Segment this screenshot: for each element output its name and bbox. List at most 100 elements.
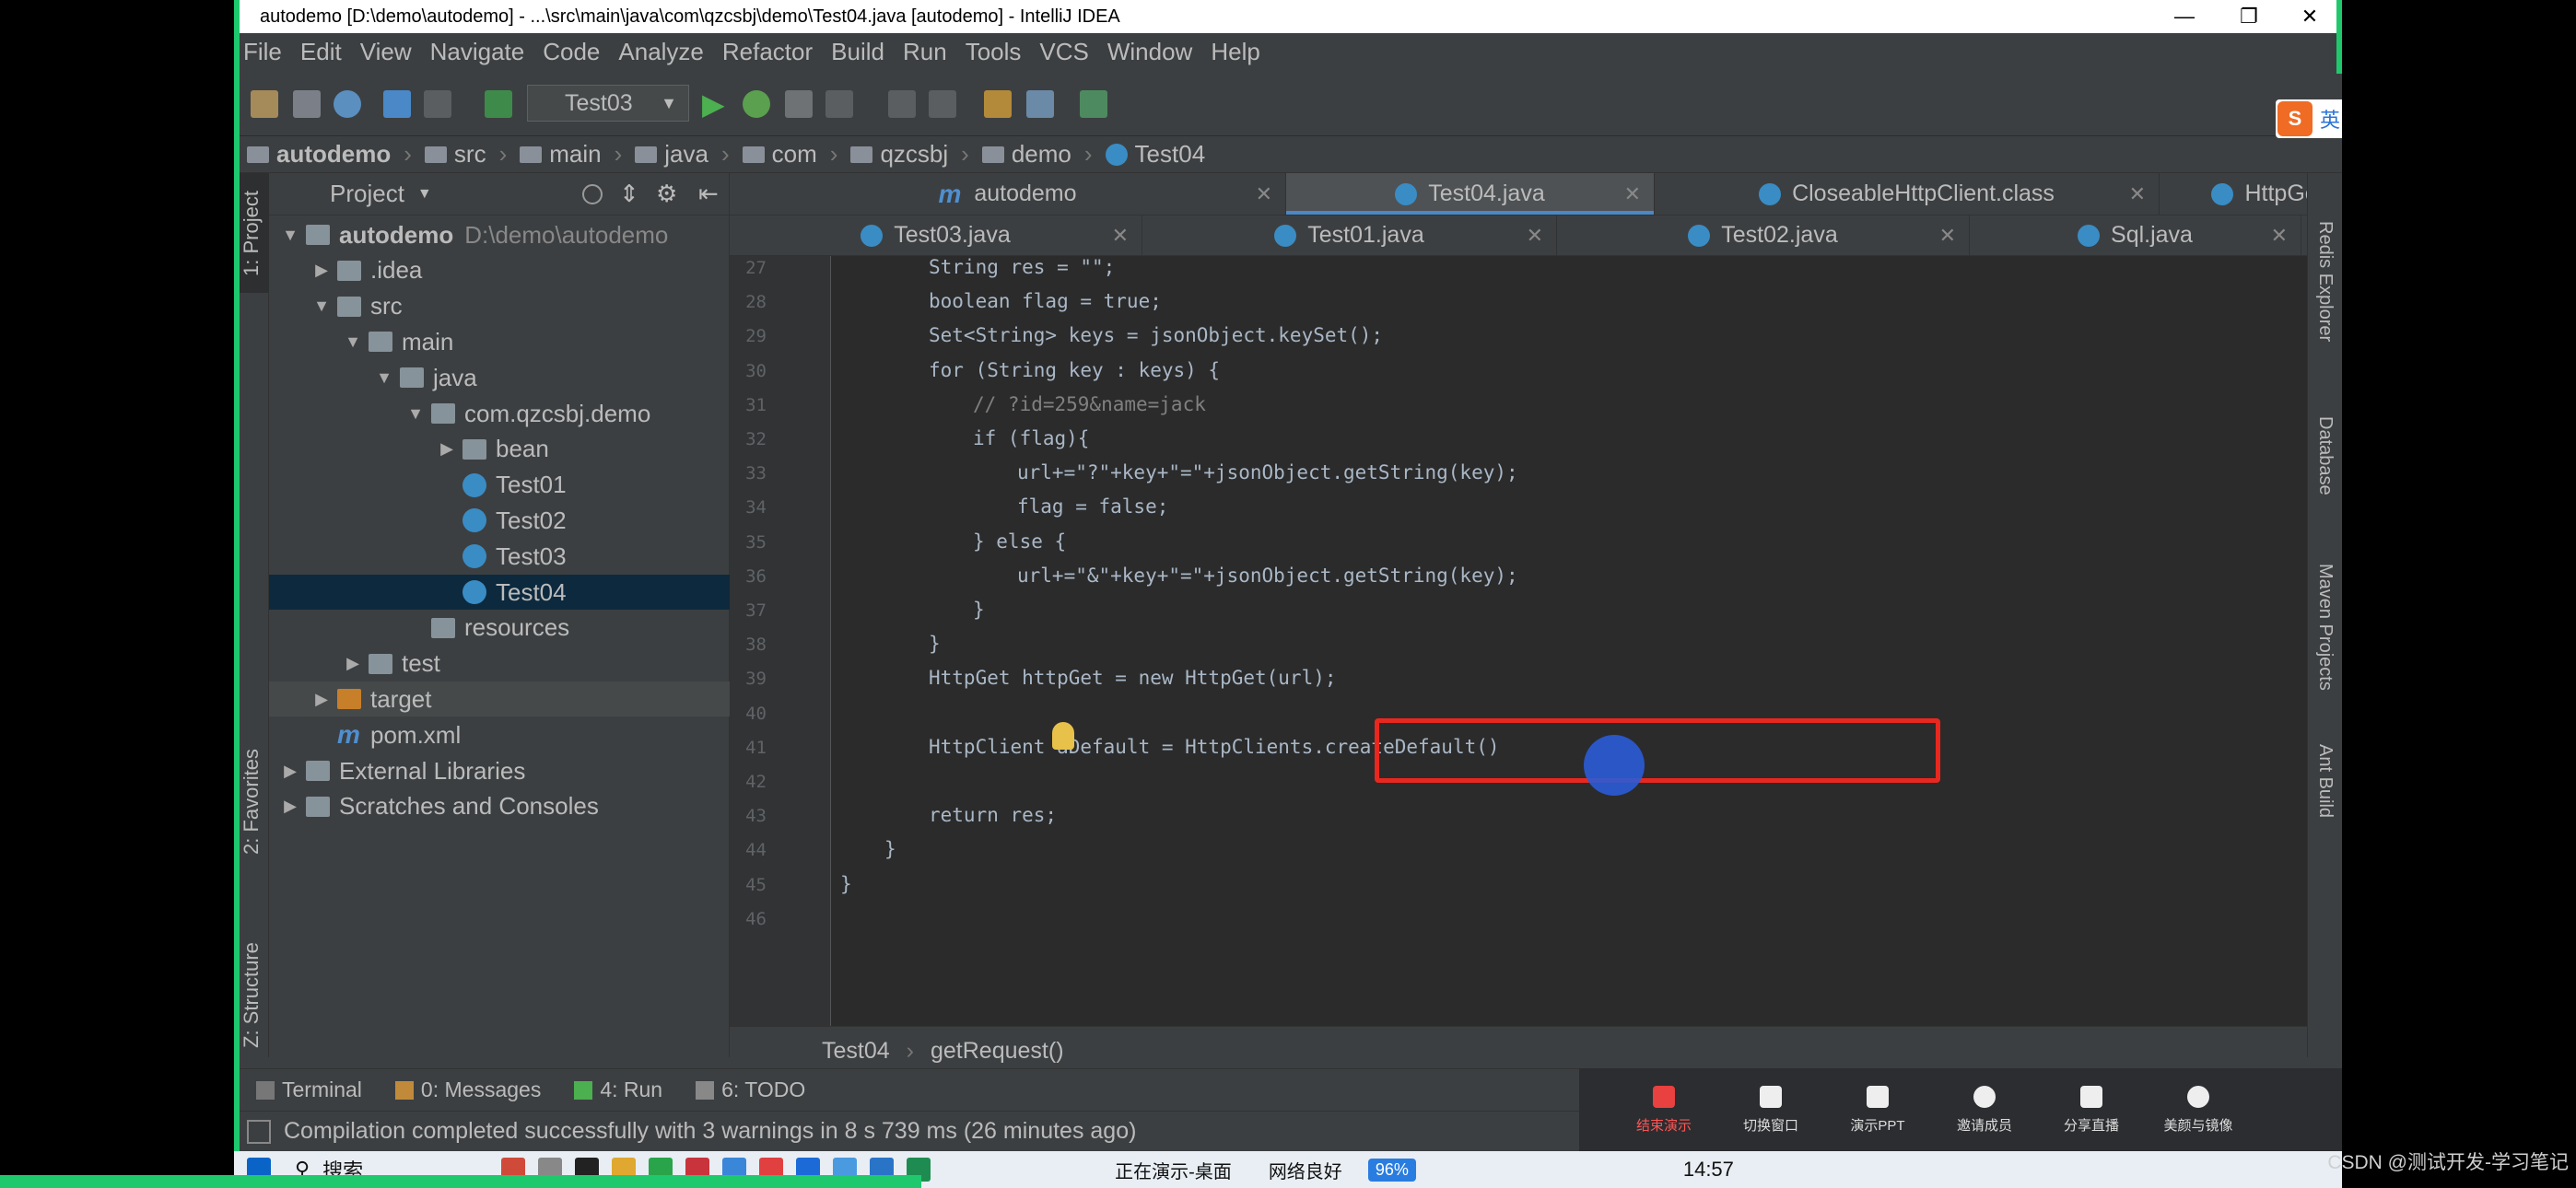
crumb-method[interactable]: getRequest() bbox=[931, 1038, 1064, 1065]
editor-tab[interactable]: Test04.java ✕ bbox=[1286, 173, 1655, 215]
clock[interactable]: 14:57 bbox=[1683, 1158, 1734, 1182]
code-line[interactable]: } bbox=[884, 838, 896, 860]
switch-window-button[interactable]: 切换窗口 bbox=[1719, 1085, 1822, 1135]
step-icon[interactable] bbox=[888, 90, 916, 118]
breadcrumb-item[interactable]: Test04 bbox=[1105, 140, 1205, 169]
tree-item[interactable]: ▼ com.qzcsbj.demo bbox=[269, 396, 730, 431]
breadcrumb-item[interactable]: java › bbox=[635, 140, 730, 169]
tree-item[interactable]: Test02 bbox=[269, 503, 730, 538]
code-line[interactable]: flag = false; bbox=[1017, 495, 1168, 518]
structure-tool-label[interactable]: Z: Structure bbox=[240, 942, 263, 1048]
menu-navigate[interactable]: Navigate bbox=[430, 38, 525, 66]
terminal-tab[interactable]: Terminal bbox=[256, 1077, 362, 1102]
expanded-arrow-icon[interactable]: ▼ bbox=[311, 297, 332, 316]
code-line[interactable]: } bbox=[929, 633, 941, 655]
run-tab[interactable]: 4: Run bbox=[574, 1077, 662, 1102]
breadcrumb-item[interactable]: main › bbox=[520, 140, 622, 169]
maven-projects-tab[interactable]: Maven Projects bbox=[2314, 564, 2336, 691]
tree-item[interactable]: Test03 bbox=[269, 539, 730, 574]
close-tab-icon[interactable]: ✕ bbox=[1939, 224, 1956, 248]
close-tab-icon[interactable]: ✕ bbox=[2271, 224, 2288, 248]
todo-tab[interactable]: 6: TODO bbox=[696, 1077, 805, 1102]
ant-build-tab[interactable]: Ant Build bbox=[2314, 744, 2336, 818]
tool-window-toggle-icon[interactable] bbox=[247, 1119, 271, 1144]
collapsed-arrow-icon[interactable]: ▶ bbox=[280, 797, 300, 816]
editor-tab[interactable]: CloseableHttpClient.class ✕ bbox=[1655, 173, 2160, 215]
tree-item[interactable]: ▼ autodemo D:\demo\autodemo bbox=[269, 217, 730, 252]
expanded-arrow-icon[interactable]: ▼ bbox=[405, 404, 426, 424]
project-panel-title[interactable]: Project bbox=[330, 180, 404, 208]
chevron-down-icon[interactable]: ▼ bbox=[417, 186, 432, 203]
present-ppt-button[interactable]: 演示PPT bbox=[1826, 1085, 1929, 1135]
run-icon[interactable]: ▶ bbox=[702, 89, 730, 119]
collapsed-arrow-icon[interactable]: ▶ bbox=[311, 261, 332, 280]
editor-tab[interactable]: Test03.java ✕ bbox=[730, 215, 1142, 255]
close-tab-icon[interactable]: ✕ bbox=[1112, 224, 1129, 248]
breadcrumb-item[interactable]: demo › bbox=[981, 140, 1093, 169]
menu-code[interactable]: Code bbox=[543, 38, 600, 66]
tree-item[interactable]: ▼ main bbox=[269, 324, 730, 359]
collapse-icon[interactable]: ⇕ bbox=[619, 180, 639, 208]
lightbulb-icon[interactable] bbox=[1052, 722, 1074, 750]
collapsed-arrow-icon[interactable]: ▶ bbox=[280, 762, 300, 781]
breadcrumb-item[interactable]: src › bbox=[424, 140, 507, 169]
menu-build[interactable]: Build bbox=[831, 38, 884, 66]
expanded-arrow-icon[interactable]: ▼ bbox=[374, 368, 394, 388]
breadcrumb-item[interactable]: qzcsbj › bbox=[850, 140, 969, 169]
collapsed-arrow-icon[interactable]: ▶ bbox=[311, 690, 332, 709]
tree-item[interactable]: Test04 bbox=[269, 575, 730, 610]
close-tab-icon[interactable]: ✕ bbox=[1527, 224, 1543, 248]
code-editor[interactable]: 27 28 29 30 31 32 33 34 35 36 37 38 39 40 41 42 43 44 45 46… bbox=[730, 256, 2342, 1026]
tree-item[interactable]: ▶ test bbox=[269, 646, 730, 681]
maximize-icon[interactable]: ❐ bbox=[2217, 0, 2281, 33]
settings-icon[interactable] bbox=[984, 90, 1012, 118]
expanded-arrow-icon[interactable]: ▼ bbox=[343, 332, 363, 352]
build-icon[interactable] bbox=[485, 90, 512, 118]
menu-window[interactable]: Window bbox=[1107, 38, 1192, 66]
menu-refactor[interactable]: Refactor bbox=[722, 38, 813, 66]
code-line[interactable]: boolean flag = true; bbox=[929, 290, 1162, 312]
code-line[interactable]: String res = ""; bbox=[929, 256, 1115, 278]
code-line[interactable]: return res; bbox=[929, 804, 1057, 826]
code-line[interactable]: // ?id=259&name=jack bbox=[973, 393, 1206, 415]
debug-icon[interactable] bbox=[743, 90, 770, 118]
code-line[interactable]: if (flag){ bbox=[973, 427, 1089, 449]
save-icon[interactable] bbox=[293, 90, 321, 118]
end-presentation-button[interactable]: 结束演示 bbox=[1612, 1085, 1715, 1135]
code-line[interactable]: for (String key : keys) { bbox=[929, 359, 1220, 381]
crumb-class[interactable]: Test04 bbox=[822, 1038, 890, 1065]
close-icon[interactable]: ✕ bbox=[2277, 0, 2342, 33]
hide-icon[interactable]: ⇤ bbox=[698, 180, 719, 208]
code-line[interactable]: HttpGet httpGet = new HttpGet(url); bbox=[929, 667, 1337, 689]
step-over-icon[interactable] bbox=[929, 90, 956, 118]
tree-item[interactable]: ▶ .idea bbox=[269, 253, 730, 288]
menu-file[interactable]: File bbox=[243, 38, 282, 66]
menu-analyze[interactable]: Analyze bbox=[618, 38, 704, 66]
close-tab-icon[interactable]: ✕ bbox=[1624, 182, 1641, 206]
menu-edit[interactable]: Edit bbox=[300, 38, 342, 66]
breadcrumb-item[interactable]: com › bbox=[742, 140, 837, 169]
database-tab[interactable]: Database bbox=[2314, 416, 2336, 495]
tree-item[interactable]: resources bbox=[269, 611, 730, 646]
redis-explorer-tab[interactable]: Redis Explorer bbox=[2314, 221, 2336, 342]
menu-help[interactable]: Help bbox=[1211, 38, 1259, 66]
locate-icon[interactable] bbox=[582, 183, 603, 204]
sdk-icon[interactable] bbox=[1080, 90, 1107, 118]
stop-icon[interactable] bbox=[825, 90, 853, 118]
invite-members-button[interactable]: 邀请成员 bbox=[1933, 1085, 2036, 1135]
code-line[interactable]: Set<String> keys = jsonObject.keySet(); bbox=[929, 324, 1383, 346]
coverage-icon[interactable] bbox=[785, 90, 813, 118]
menu-view[interactable]: View bbox=[360, 38, 412, 66]
code-line[interactable]: } bbox=[973, 599, 985, 621]
favorites-tool-label[interactable]: 2: Favorites bbox=[240, 749, 263, 855]
code-line[interactable]: url+="?"+key+"="+jsonObject.getString(ke… bbox=[1017, 461, 1518, 483]
beauty-mirror-button[interactable]: 美颜与镜像 bbox=[2147, 1085, 2250, 1135]
code-line[interactable]: url+="&"+key+"="+jsonObject.getString(ke… bbox=[1017, 565, 1518, 587]
tree-item[interactable]: Test01 bbox=[269, 468, 730, 503]
share-live-button[interactable]: 分享直播 bbox=[2040, 1085, 2143, 1135]
collapsed-arrow-icon[interactable]: ▶ bbox=[437, 439, 457, 459]
tree-item[interactable]: ▶ target bbox=[269, 681, 730, 717]
sync-icon[interactable] bbox=[334, 90, 361, 118]
tree-item[interactable]: ▼ java bbox=[269, 360, 730, 395]
close-tab-icon[interactable]: ✕ bbox=[1256, 182, 1272, 206]
